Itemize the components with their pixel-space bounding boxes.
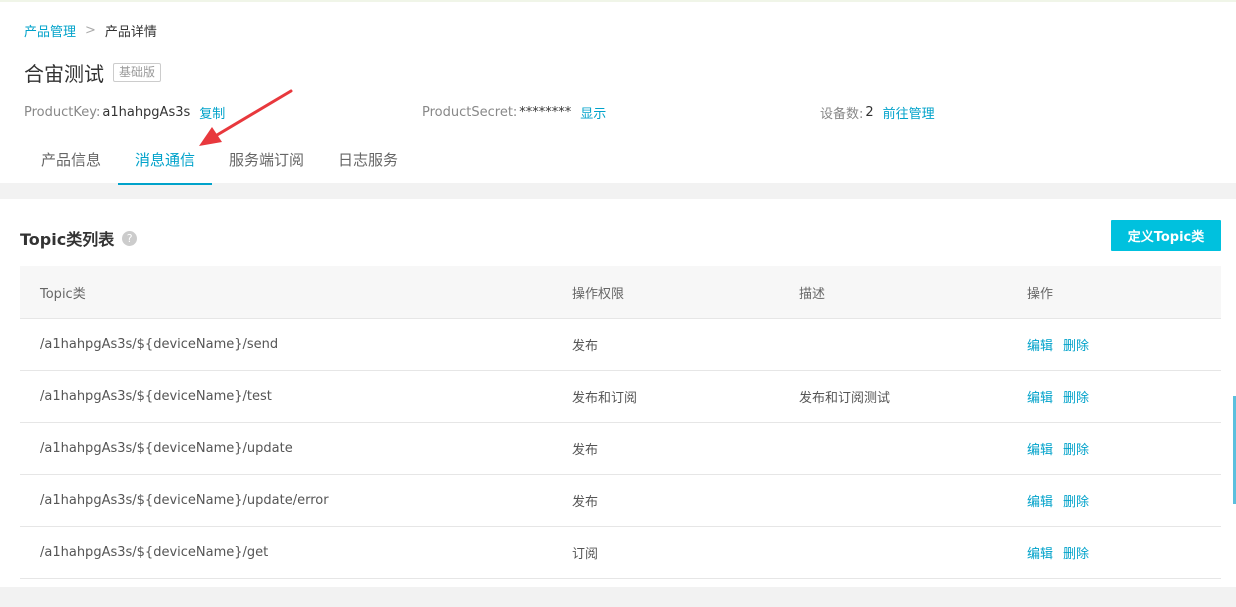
actions-cell: 编辑 删除 [1026, 474, 1221, 527]
edit-link[interactable]: 编辑 [1027, 391, 1053, 406]
column-description: 描述 [798, 266, 1026, 319]
edit-link[interactable]: 编辑 [1027, 495, 1053, 510]
description-cell [798, 318, 1026, 371]
table-row: /a1hahpgAs3s/${deviceName}/update 发布 编辑删… [20, 422, 1221, 475]
actions-cell: 编辑 删除 [1026, 422, 1221, 475]
topic-table: Topic类 操作权限 描述 操作 /a1hahpgAs3s/${deviceN… [20, 266, 1221, 579]
table-header-row: Topic类 操作权限 描述 操作 [20, 266, 1221, 319]
product-key-value: a1hahpgAs3s [102, 105, 191, 120]
description-cell [798, 526, 1026, 579]
copy-link[interactable]: 复制 [199, 103, 225, 122]
column-actions: 操作 [1026, 266, 1221, 319]
device-count-label: 设备数: [820, 107, 864, 122]
topic-cell: /a1hahpgAs3s/${deviceName}/send [20, 318, 571, 371]
delete-link[interactable]: 删除 [1063, 339, 1089, 354]
topic-panel: Topic类列表 ? 定义Topic类 Topic类 操作权限 描述 操作 /a… [0, 199, 1236, 587]
actions-cell: 编辑 删除 [1026, 526, 1221, 579]
permission-cell: 发布 [571, 422, 798, 475]
topic-cell: /a1hahpgAs3s/${deviceName}/update [20, 422, 571, 475]
delete-link[interactable]: 删除 [1063, 443, 1089, 458]
breadcrumb: 产品管理 > 产品详情 [24, 21, 157, 40]
device-count-info: 设备数: 2 前往管理 [820, 103, 935, 122]
product-secret-info: ProductSecret: ******** 显示 [422, 103, 606, 122]
product-header: 产品管理 > 产品详情 合宙测试 基础版 ProductKey: a1hahpg… [0, 0, 1236, 185]
edition-badge: 基础版 [113, 63, 162, 82]
permission-cell: 订阅 [571, 526, 798, 579]
product-secret-value: ******** [519, 105, 572, 120]
column-permission: 操作权限 [571, 266, 798, 319]
actions-cell: 编辑 删除 [1026, 370, 1221, 423]
panel-title: Topic类列表 ? [20, 226, 138, 250]
table-row: /a1hahpgAs3s/${deviceName}/test 发布和订阅 发布… [20, 370, 1221, 423]
define-topic-button[interactable]: 定义Topic类 [1111, 220, 1221, 251]
table-row: /a1hahpgAs3s/${deviceName}/get 订阅 编辑 删除 [20, 526, 1221, 579]
table-row: /a1hahpgAs3s/${deviceName}/send 发布 编辑 删除 [20, 318, 1221, 371]
description-cell: 发布和订阅测试 [798, 370, 1026, 423]
tab-messaging[interactable]: 消息通信 [118, 137, 213, 185]
permission-cell: 发布 [571, 474, 798, 527]
topic-cell: /a1hahpgAs3s/${deviceName}/get [20, 526, 571, 579]
page-title: 合宙测试 [24, 62, 104, 86]
manage-devices-link[interactable]: 前往管理 [883, 103, 935, 122]
table-row: /a1hahpgAs3s/${deviceName}/update/error … [20, 474, 1221, 527]
breadcrumb-separator-icon: > [85, 23, 96, 38]
delete-link[interactable]: 删除 [1063, 495, 1089, 510]
column-topic: Topic类 [20, 266, 571, 319]
description-cell [798, 422, 1026, 475]
product-key-label: ProductKey: [24, 105, 101, 120]
breadcrumb-product-management[interactable]: 产品管理 [24, 21, 76, 40]
title-row: 合宙测试 基础版 [24, 58, 162, 87]
product-secret-label: ProductSecret: [422, 105, 518, 120]
tab-bar: 产品信息 消息通信 服务端订阅 日志服务 [24, 137, 415, 185]
delete-link[interactable]: 删除 [1063, 391, 1089, 406]
topic-cell: /a1hahpgAs3s/${deviceName}/update/error [20, 474, 571, 527]
help-icon[interactable]: ? [122, 230, 138, 246]
device-count-value: 2 [865, 105, 874, 120]
description-cell [798, 474, 1026, 527]
edit-link[interactable]: 编辑 [1027, 547, 1053, 562]
edit-link[interactable]: 编辑 [1027, 443, 1053, 458]
edit-link[interactable]: 编辑 [1027, 339, 1053, 354]
tab-product-info[interactable]: 产品信息 [24, 137, 118, 185]
breadcrumb-current: 产品详情 [104, 25, 157, 40]
permission-cell: 发布和订阅 [571, 370, 798, 423]
actions-cell: 编辑 删除 [1026, 318, 1221, 371]
topic-list-title: Topic类列表 [20, 230, 115, 249]
topic-cell: /a1hahpgAs3s/${deviceName}/test [20, 370, 571, 423]
permission-cell: 发布 [571, 318, 798, 371]
show-secret-link[interactable]: 显示 [580, 103, 606, 122]
delete-link[interactable]: 删除 [1063, 547, 1089, 562]
tab-log-service[interactable]: 日志服务 [321, 137, 415, 185]
product-key-info: ProductKey: a1hahpgAs3s 复制 [24, 103, 225, 122]
tab-server-subscription[interactable]: 服务端订阅 [212, 137, 321, 185]
